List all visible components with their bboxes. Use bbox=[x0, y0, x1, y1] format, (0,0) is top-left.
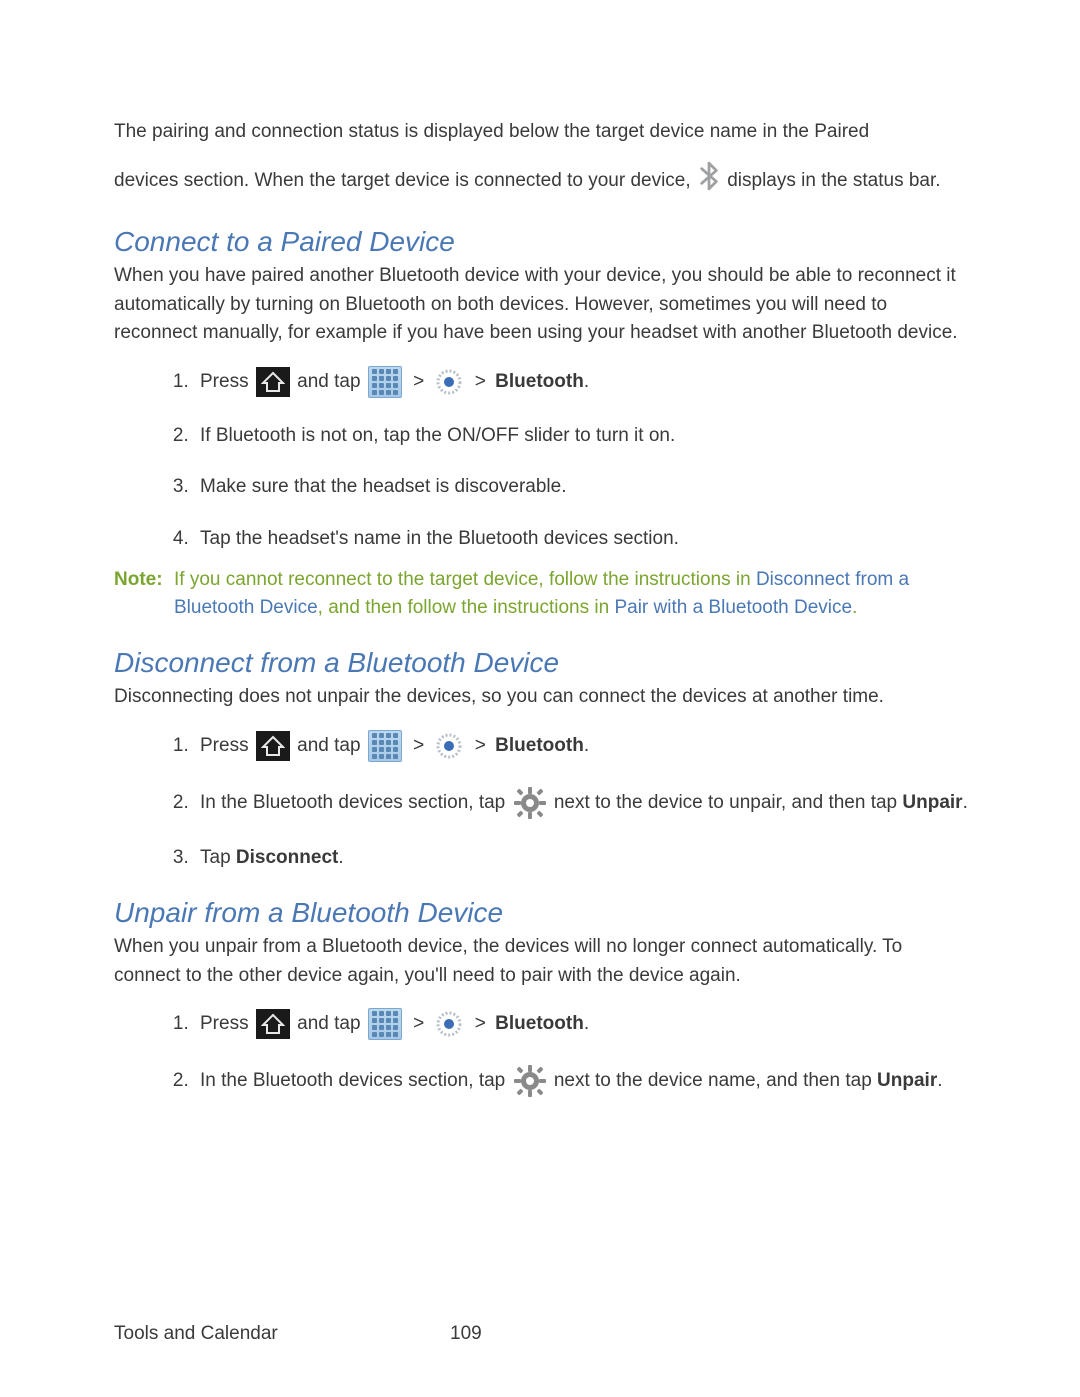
unpair-label: Unpair bbox=[902, 792, 962, 813]
unpair-step-1: Press and tap > > Bluetooth. bbox=[194, 1008, 970, 1040]
intro-text-after-icon: displays in the status bar. bbox=[727, 169, 940, 190]
disconnect-step-2: In the Bluetooth devices section, tap bbox=[194, 786, 970, 820]
note-text: . bbox=[852, 597, 857, 618]
page-footer: Tools and Calendar 109 bbox=[114, 1323, 970, 1345]
apps-grid-icon bbox=[368, 366, 402, 398]
step-text: Tap bbox=[200, 847, 236, 868]
step-text: . bbox=[963, 792, 968, 813]
step-text: and tap bbox=[297, 735, 366, 756]
step-text: Press bbox=[200, 735, 254, 756]
unpair-steps: Press and tap > > Bluetooth. In the Blue… bbox=[114, 1008, 970, 1098]
heading-connect: Connect to a Paired Device bbox=[114, 226, 970, 258]
home-icon bbox=[256, 1009, 290, 1039]
note-text: If you cannot reconnect to the target de… bbox=[174, 569, 756, 590]
step-text: Press bbox=[200, 1013, 254, 1034]
step-text: . bbox=[584, 1013, 589, 1034]
note-text: , and then follow the instructions in bbox=[318, 597, 615, 618]
unpair-intro: When you unpair from a Bluetooth device,… bbox=[114, 933, 970, 990]
bluetooth-label: Bluetooth bbox=[495, 1013, 584, 1034]
nav-arrow: > bbox=[413, 735, 424, 756]
connect-step-2: If Bluetooth is not on, tap the ON/OFF s… bbox=[194, 422, 970, 450]
disconnect-label: Disconnect bbox=[236, 847, 338, 868]
device-settings-gear-icon bbox=[513, 1064, 547, 1098]
step-text: . bbox=[584, 371, 589, 392]
step-text: In the Bluetooth devices section, tap bbox=[200, 1070, 511, 1091]
heading-unpair: Unpair from a Bluetooth Device bbox=[114, 897, 970, 929]
home-icon bbox=[256, 731, 290, 761]
connect-step-3: Make sure that the headset is discoverab… bbox=[194, 473, 970, 501]
heading-disconnect: Disconnect from a Bluetooth Device bbox=[114, 647, 970, 679]
nav-arrow: > bbox=[413, 371, 424, 392]
step-text: In the Bluetooth devices section, tap bbox=[200, 792, 511, 813]
apps-grid-icon bbox=[368, 730, 402, 762]
connect-note: Note: If you cannot reconnect to the tar… bbox=[114, 566, 970, 621]
connect-step-1: Press and tap > > Bluetooth. bbox=[194, 366, 970, 398]
intro-text-before-icon: devices section. When the target device … bbox=[114, 169, 696, 190]
home-icon bbox=[256, 367, 290, 397]
settings-icon bbox=[435, 368, 463, 396]
connect-intro: When you have paired another Bluetooth d… bbox=[114, 262, 970, 348]
step-text: next to the device name, and then tap bbox=[554, 1070, 877, 1091]
note-label: Note: bbox=[114, 566, 170, 621]
connect-step-4: Tap the headset's name in the Bluetooth … bbox=[194, 525, 970, 553]
footer-section-name: Tools and Calendar bbox=[114, 1323, 278, 1344]
nav-arrow: > bbox=[475, 735, 486, 756]
step-text: . bbox=[937, 1070, 942, 1091]
connect-steps: Press and tap > > Bluetooth. If Bluetoot… bbox=[114, 366, 970, 553]
apps-grid-icon bbox=[368, 1008, 402, 1040]
unpair-step-2: In the Bluetooth devices section, tap bbox=[194, 1064, 970, 1098]
disconnect-step-1: Press and tap > > Bluetooth. bbox=[194, 730, 970, 762]
link-pair[interactable]: Pair with a Bluetooth Device bbox=[614, 597, 852, 618]
disconnect-steps: Press and tap > > Bluetooth. In the Blue… bbox=[114, 730, 970, 872]
step-text: Press bbox=[200, 371, 254, 392]
intro-paragraph-1: The pairing and connection status is dis… bbox=[114, 118, 970, 147]
step-text: next to the device to unpair, and then t… bbox=[554, 792, 903, 813]
disconnect-step-3: Tap Disconnect. bbox=[194, 844, 970, 872]
bluetooth-connected-icon bbox=[698, 161, 720, 201]
footer-page-number: 109 bbox=[450, 1323, 482, 1345]
step-text: and tap bbox=[297, 1013, 366, 1034]
step-text: and tap bbox=[297, 371, 366, 392]
unpair-label: Unpair bbox=[877, 1070, 937, 1091]
step-text: . bbox=[338, 847, 343, 868]
device-settings-gear-icon bbox=[513, 786, 547, 820]
bluetooth-label: Bluetooth bbox=[495, 735, 584, 756]
document-page: The pairing and connection status is dis… bbox=[0, 0, 1080, 1397]
settings-icon bbox=[435, 1010, 463, 1038]
bluetooth-label: Bluetooth bbox=[495, 371, 584, 392]
nav-arrow: > bbox=[475, 371, 486, 392]
disconnect-intro: Disconnecting does not unpair the device… bbox=[114, 683, 970, 712]
note-body: If you cannot reconnect to the target de… bbox=[170, 566, 970, 621]
step-text: . bbox=[584, 735, 589, 756]
nav-arrow: > bbox=[475, 1013, 486, 1034]
nav-arrow: > bbox=[413, 1013, 424, 1034]
intro-paragraph-2: devices section. When the target device … bbox=[114, 161, 970, 201]
settings-icon bbox=[435, 732, 463, 760]
